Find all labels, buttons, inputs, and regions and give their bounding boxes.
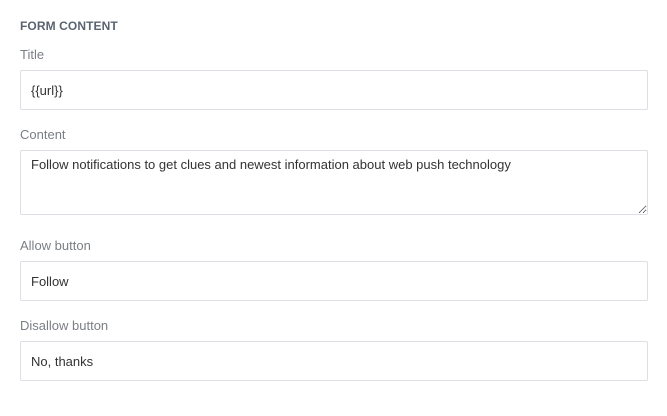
disallow-button-input[interactable]: [20, 341, 648, 381]
allow-button-input[interactable]: [20, 261, 648, 301]
allow-button-label: Allow button: [20, 238, 91, 253]
title-input[interactable]: [20, 70, 648, 110]
content-label: Content: [20, 127, 66, 142]
form-content-panel: FORM CONTENT Title Content Follow notifi…: [0, 0, 667, 416]
title-label: Title: [20, 47, 45, 62]
disallow-button-label: Disallow button: [20, 318, 109, 333]
content-textarea[interactable]: Follow notifications to get clues and ne…: [20, 150, 648, 215]
section-title: FORM CONTENT: [20, 19, 118, 33]
